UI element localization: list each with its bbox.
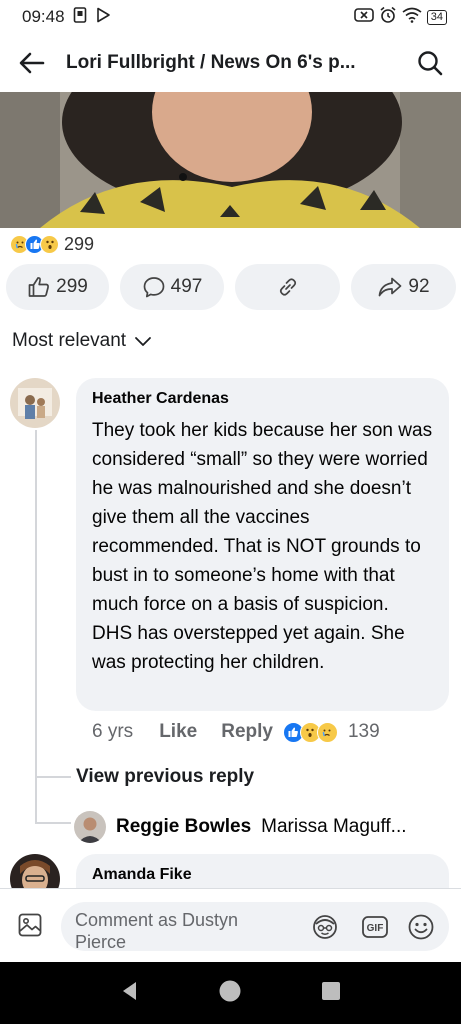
thread-connector	[35, 822, 71, 824]
svg-text:GIF: GIF	[367, 923, 384, 934]
add-photo-button[interactable]	[14, 909, 46, 941]
comment-composer: Comment as Dustyn Pierce GIF	[0, 888, 461, 962]
reaction-count: 299	[64, 233, 95, 254]
comment-button[interactable]: 497	[120, 264, 224, 310]
avatar	[74, 811, 106, 843]
search-icon	[418, 51, 443, 76]
sort-label: Most relevant	[12, 330, 127, 351]
avatar-sticker-button[interactable]	[311, 913, 339, 941]
alarm-icon	[379, 6, 397, 29]
status-bar: 09:48 34	[0, 0, 461, 34]
nav-recents-button[interactable]	[320, 980, 342, 1007]
sad-reaction-icon	[316, 721, 338, 743]
avatar-image	[74, 811, 106, 843]
home-circle-icon	[219, 980, 241, 1001]
reply-author[interactable]: Reggie Bowles	[116, 816, 251, 838]
share-button[interactable]: 92	[351, 264, 456, 310]
comment-sort-dropdown[interactable]: Most relevant	[12, 330, 152, 352]
nav-back-button[interactable]	[119, 980, 141, 1007]
comment-bubble-icon	[143, 277, 164, 298]
status-time: 09:48	[22, 7, 65, 26]
avatar-image	[10, 378, 60, 428]
image-icon	[18, 913, 42, 937]
comment-count: 497	[170, 276, 203, 297]
mute-icon	[353, 7, 374, 28]
reaction-summary[interactable]: 299	[10, 233, 94, 255]
recents-square-icon	[322, 981, 341, 1000]
avatar[interactable]	[10, 378, 60, 428]
page-title: Lori Fullbright / News On 6's p...	[66, 52, 356, 73]
comment-like-button[interactable]: Like	[159, 721, 197, 743]
search-button[interactable]	[413, 46, 447, 80]
post-actions: 299 497 92	[6, 264, 456, 310]
reply-text: Marissa Maguff...	[261, 816, 407, 837]
link-icon	[279, 278, 296, 296]
comment-reaction-count: 139	[347, 721, 380, 742]
like-count: 299	[56, 276, 88, 297]
wow-reaction-icon	[40, 234, 59, 254]
chevron-down-icon	[135, 337, 151, 346]
back-button[interactable]	[16, 47, 48, 79]
share-arrow-icon	[379, 277, 402, 297]
comment-reactions[interactable]	[282, 721, 338, 743]
system-navigation-bar	[0, 962, 461, 1024]
comment-bubble[interactable]: Heather Cardenas They took her kids beca…	[76, 378, 449, 711]
thread-line	[35, 430, 37, 824]
gif-button[interactable]: GIF	[361, 913, 389, 941]
video-frame-image	[0, 92, 461, 228]
nav-home-button[interactable]	[218, 979, 242, 1008]
emoji-icon	[408, 914, 434, 940]
share-count: 92	[408, 276, 430, 297]
comment-author[interactable]: Amanda Fike	[92, 866, 433, 884]
thread-connector	[35, 776, 71, 778]
avatar-sticker-icon	[313, 915, 337, 939]
comment-reply-button[interactable]: Reply	[221, 721, 273, 743]
comment-meta: 6 yrs Like Reply 139	[92, 721, 380, 743]
comment-author[interactable]: Heather Cardenas	[92, 390, 433, 408]
view-previous-reply-link[interactable]: View previous reply	[76, 766, 254, 788]
wifi-icon	[402, 7, 422, 28]
play-store-icon	[95, 7, 111, 28]
comment-text: They took her kids because her son was c…	[92, 420, 433, 673]
like-button[interactable]: 299	[6, 264, 109, 310]
battery-indicator: 34	[426, 9, 447, 25]
reply-preview[interactable]: Reggie Bowles Marissa Maguff...	[74, 811, 407, 843]
comment-input[interactable]: Comment as Dustyn Pierce GIF	[61, 902, 449, 951]
comment-placeholder: Comment as Dustyn Pierce	[75, 910, 239, 951]
video-player[interactable]	[0, 92, 461, 228]
back-triangle-icon	[122, 981, 136, 1000]
thumbs-up-icon	[28, 277, 50, 297]
comment-age: 6 yrs	[92, 721, 134, 742]
copy-link-button[interactable]	[235, 264, 340, 310]
gif-icon: GIF	[362, 916, 388, 938]
back-arrow-icon	[19, 52, 45, 74]
post-header: Lori Fullbright / News On 6's p...	[0, 34, 461, 92]
emoji-button[interactable]	[407, 913, 435, 941]
notification-icon	[73, 6, 87, 28]
